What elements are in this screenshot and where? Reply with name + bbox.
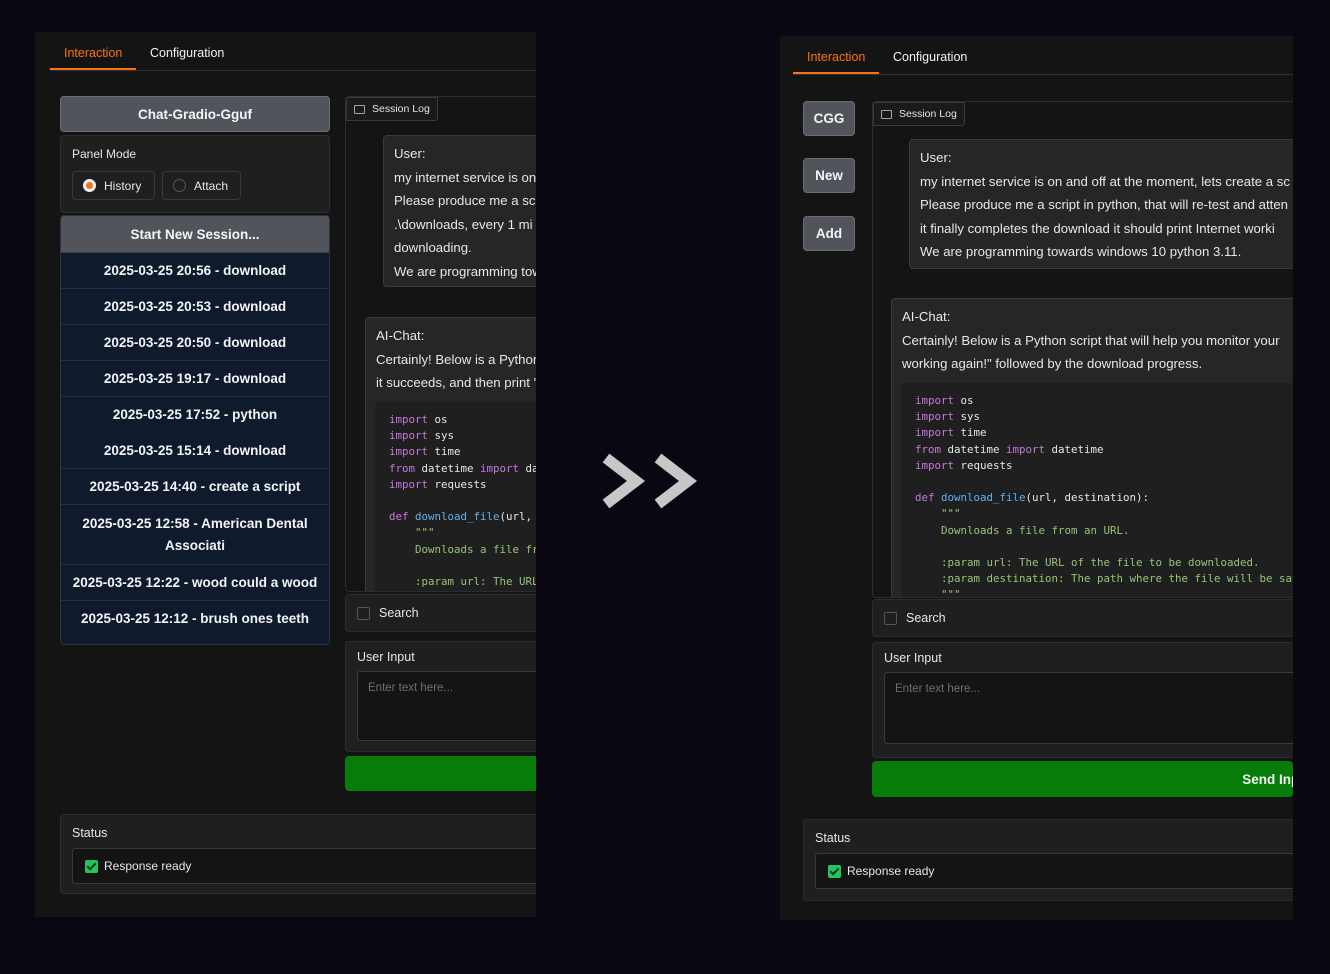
session-log-text: Session Log — [372, 103, 430, 115]
user-message-line: Please produce me a script in python, th… — [920, 197, 1288, 212]
code-block: import os import sys import time from da… — [901, 383, 1293, 597]
session-log-label: Session Log — [346, 97, 438, 121]
status-block: Status Response ready — [60, 814, 536, 894]
user-message-line: .\downloads, every 1 mi — [394, 216, 533, 232]
user-input-textarea[interactable]: Enter text here... — [357, 671, 536, 741]
double-chevron-right-icon — [602, 453, 698, 509]
tab-configuration[interactable]: Configuration — [136, 46, 238, 68]
left-screenshot-panel: Interaction Configuration Chat-Gradio-Gg… — [35, 32, 536, 917]
user-message-line: downloading. — [394, 240, 472, 255]
search-checkbox-row[interactable]: Search — [345, 594, 536, 632]
user-message-line: my internet service is on — [394, 169, 536, 185]
user-input-block: User Input Enter text here... — [872, 642, 1293, 758]
user-message-line: We are programming tow — [394, 263, 536, 279]
session-item[interactable]: 2025-03-25 17:52 - python — [61, 397, 329, 433]
status-value: Response ready — [104, 859, 192, 873]
user-message-line: Please produce me a scr — [394, 193, 536, 208]
status-value: Response ready — [847, 864, 935, 878]
add-button[interactable]: Add — [803, 216, 855, 251]
chat-icon — [881, 109, 892, 119]
new-session-button[interactable]: New — [803, 158, 855, 193]
right-screenshot-panel: Interaction Configuration CGG New Add Se… — [780, 36, 1293, 920]
search-checkbox[interactable] — [357, 606, 370, 620]
session-log-label: Session Log — [873, 102, 965, 126]
status-label: Status — [72, 826, 108, 840]
tab-bar: Interaction Configuration — [50, 42, 536, 71]
session-log-text: Session Log — [899, 108, 957, 120]
user-message-line: it finally completes the download it sho… — [920, 220, 1275, 236]
user-input-label: User Input — [357, 650, 415, 664]
send-input-button[interactable] — [345, 756, 536, 791]
session-log[interactable]: Session Log User: my internet service is… — [345, 96, 536, 592]
session-history-list: Start New Session... 2025-03-25 20:56 - … — [60, 215, 330, 645]
session-item[interactable]: 2025-03-25 15:14 - download — [61, 433, 329, 469]
session-item[interactable]: 2025-03-25 20:53 - download — [61, 289, 329, 325]
search-checkbox-row[interactable]: Search — [872, 599, 1293, 637]
cgg-button[interactable]: CGG — [803, 101, 855, 136]
status-value-box: Response ready — [815, 853, 1293, 889]
user-input-block: User Input Enter text here... — [345, 641, 536, 752]
tab-configuration[interactable]: Configuration — [879, 50, 981, 72]
user-message-label: User: — [920, 150, 952, 165]
ai-message-label: AI-Chat: — [376, 328, 425, 343]
radio-attach[interactable]: Attach — [162, 171, 241, 200]
user-input-label: User Input — [884, 651, 942, 665]
session-item[interactable]: 2025-03-25 19:17 - download — [61, 361, 329, 397]
ai-message-line: it succeeds, and then print ' — [376, 375, 536, 390]
send-input-label: Send Input — [1242, 771, 1293, 787]
status-label: Status — [815, 831, 851, 845]
user-input-textarea[interactable]: Enter text here... — [884, 672, 1293, 744]
session-item[interactable]: 2025-03-25 14:40 - create a script — [61, 469, 329, 505]
session-item[interactable]: 2025-03-25 12:22 - wood could a wood — [61, 565, 329, 601]
panel-mode-label: Panel Mode — [72, 147, 137, 161]
radio-history-label: History — [104, 178, 142, 193]
search-label: Search — [906, 611, 946, 625]
panel-mode-group: Panel Mode History Attach — [60, 135, 330, 213]
session-item[interactable]: 2025-03-25 20:56 - download — [61, 253, 329, 289]
app-title-button[interactable]: Chat-Gradio-Gguf — [60, 96, 330, 132]
user-message: User: my internet service is on and off … — [909, 139, 1293, 269]
ai-message-line: Certainly! Below is a Python script that… — [902, 332, 1280, 348]
search-checkbox[interactable] — [884, 611, 897, 625]
send-input-button[interactable]: Send Input — [872, 761, 1293, 797]
tab-bar: Interaction Configuration — [793, 46, 1293, 75]
tab-interaction[interactable]: Interaction — [50, 46, 137, 70]
user-message-line: my internet service is on and off at the… — [920, 173, 1290, 189]
ai-message-line: working again!" followed by the download… — [902, 356, 1203, 371]
status-value-box: Response ready — [72, 848, 536, 884]
ai-message-line: Certainly! Below is a Python — [376, 351, 536, 367]
start-new-session-button[interactable]: Start New Session... — [61, 216, 329, 253]
status-block: Status Response ready — [803, 819, 1293, 901]
ai-message-label: AI-Chat: — [902, 309, 951, 324]
check-icon — [828, 864, 841, 878]
search-label: Search — [379, 606, 419, 620]
user-message: User: my internet service is on Please p… — [383, 135, 536, 287]
radio-unselected-icon — [173, 179, 186, 192]
session-item[interactable]: 2025-03-25 20:50 - download — [61, 325, 329, 361]
check-icon — [85, 859, 98, 873]
chat-icon — [354, 104, 365, 114]
radio-history[interactable]: History — [72, 171, 155, 200]
session-log[interactable]: Session Log User: my internet service is… — [872, 101, 1293, 598]
session-item[interactable]: 2025-03-25 12:58 - American Dental Assoc… — [61, 505, 329, 565]
session-item[interactable]: 2025-03-25 12:12 - brush ones teeth — [61, 601, 329, 637]
radio-attach-label: Attach — [194, 178, 229, 193]
radio-selected-icon — [83, 179, 96, 192]
user-message-label: User: — [394, 146, 426, 161]
user-message-line: We are programming towards windows 10 py… — [920, 244, 1242, 259]
code-block: import os import sys import time from da… — [375, 402, 536, 591]
tab-interaction[interactable]: Interaction — [793, 50, 880, 74]
